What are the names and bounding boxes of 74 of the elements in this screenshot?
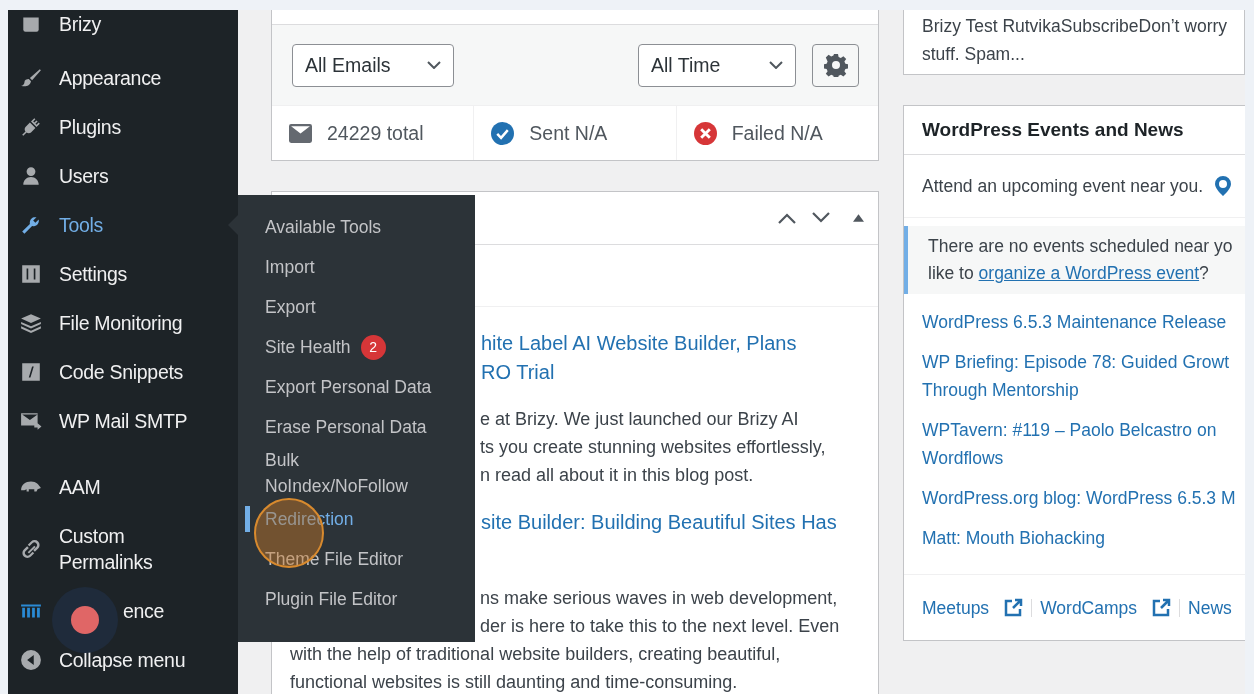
headline-link[interactable]: WP Briefing: Episode 78: Guided Growt Through Mentorship: [922, 348, 1230, 404]
submenu-item[interactable]: Import: [238, 247, 475, 287]
checkmark-icon: [491, 121, 515, 145]
headline-link[interactable]: WPTavern: #119 – Paolo Belcastro on Wordflows: [922, 416, 1217, 472]
external-link-icon: [1003, 598, 1024, 618]
chevron-up-icon[interactable]: [777, 212, 797, 224]
post-excerpt: with the help of traditional website builders, creating beautiful,: [290, 644, 781, 664]
settings-icon: [823, 53, 848, 77]
post-excerpt: der is here to take this to the next level. Even: [480, 616, 840, 636]
sidebar-item[interactable]: Custom Permalinks: [8, 511, 238, 587]
sidebar-item[interactable]: Users: [8, 151, 238, 201]
sidebar-item[interactable]: Appearance: [8, 53, 238, 103]
post-excerpt: functional websites is still daunting and time-consuming.: [290, 672, 738, 692]
sidebar-item[interactable]: WP Mail SMTP: [8, 396, 238, 446]
code-icon: [20, 361, 42, 383]
layers-icon: [20, 312, 42, 334]
headline-link[interactable]: WordPress.org blog: WordPress 6.5.3 M: [922, 484, 1236, 512]
submenu-item[interactable]: Bulk NoIndex/NoFollow: [238, 447, 475, 499]
settings-button[interactable]: [812, 43, 859, 87]
paintbrush-icon: [20, 67, 42, 89]
chevron-down-icon: [769, 61, 783, 69]
plug-icon: [20, 116, 42, 138]
post-excerpt: ns make serious waves in web development,: [480, 588, 838, 608]
location-pin-icon[interactable]: [1215, 176, 1232, 196]
sliders-icon: [20, 263, 42, 285]
sidebar-item[interactable]: Collapse menu: [8, 635, 238, 685]
notice-text: like to organize a WordPress event?: [928, 262, 1210, 285]
chevron-down-icon: [427, 61, 441, 69]
sidebar-item[interactable]: AAM: [8, 462, 238, 512]
chevron-down-icon[interactable]: [811, 212, 831, 224]
comment-excerpt: stuff. Spam...: [922, 43, 1026, 66]
link-icon: [20, 538, 42, 560]
attend-text: Attend an upcoming event near you.: [922, 175, 1204, 197]
sidebar-item[interactable]: File Monitoring: [8, 298, 238, 348]
widget-title: WordPress Events and News: [904, 106, 1245, 155]
filter-dropdown[interactable]: All Time: [638, 43, 796, 87]
stat-label: Sent N/A: [529, 121, 608, 145]
post-excerpt: ts you create stunning websites effortlessly,: [480, 437, 826, 457]
post-excerpt: n read all about it in this blog post.: [480, 465, 754, 485]
sidebar-item[interactable]: Tools: [8, 200, 238, 250]
post-title-link[interactable]: hite Label AI Website Builder, Plans RO Trial: [481, 329, 797, 387]
footer-link[interactable]: Meetups: [922, 597, 990, 619]
submenu-item[interactable]: Export: [238, 287, 475, 327]
error-icon: [693, 121, 717, 145]
external-link-icon: [1151, 598, 1172, 618]
sidebar-item[interactable]: Plugins: [8, 102, 238, 152]
submenu-item[interactable]: Export Personal Data: [238, 367, 475, 407]
triangle-up-icon[interactable]: [853, 214, 864, 222]
collapse-icon: [20, 649, 42, 671]
comment-excerpt: Brizy Test RutvikaSubscribeDon’t worry: [922, 15, 1229, 38]
filter-dropdown[interactable]: All Emails: [292, 43, 454, 87]
post-title-link[interactable]: site Builder: Building Beautiful Sites Has: [481, 508, 837, 537]
notice-text: There are no events scheduled near yo: [928, 235, 1234, 258]
sidebar-item[interactable]: ence: [8, 586, 238, 636]
submenu-item[interactable]: Plugin File Editor: [238, 579, 475, 619]
headline-link[interactable]: WordPress 6.5.3 Maintenance Release: [922, 308, 1227, 336]
submenu-item[interactable]: Erase Personal Data: [238, 407, 475, 447]
mail-icon: [20, 410, 42, 432]
sidebar-item[interactable]: Code Snippets: [8, 347, 238, 397]
sidebar-item[interactable]: Settings: [8, 249, 238, 299]
submenu-item[interactable]: Site Health 2: [238, 327, 475, 367]
wrench-icon: [20, 214, 42, 236]
stat-label: Failed N/A: [731, 121, 823, 145]
headline-link[interactable]: Matt: Mouth Biohacking: [922, 524, 1105, 552]
sidebar-item[interactable]: Brizy: [8, 10, 238, 49]
count-badge: 2: [360, 334, 386, 360]
organize-event-link[interactable]: organize a WordPress event: [978, 263, 1200, 283]
user-icon: [20, 165, 42, 187]
footer-link[interactable]: WordCamps: [1040, 597, 1138, 619]
footer-link[interactable]: News: [1188, 597, 1232, 619]
envelope-icon: [289, 121, 312, 145]
submenu-item[interactable]: Available Tools: [238, 207, 475, 247]
stat-label: 24229 total: [327, 121, 424, 145]
post-excerpt: e at Brizy. We just launched our Brizy AI: [480, 409, 799, 429]
